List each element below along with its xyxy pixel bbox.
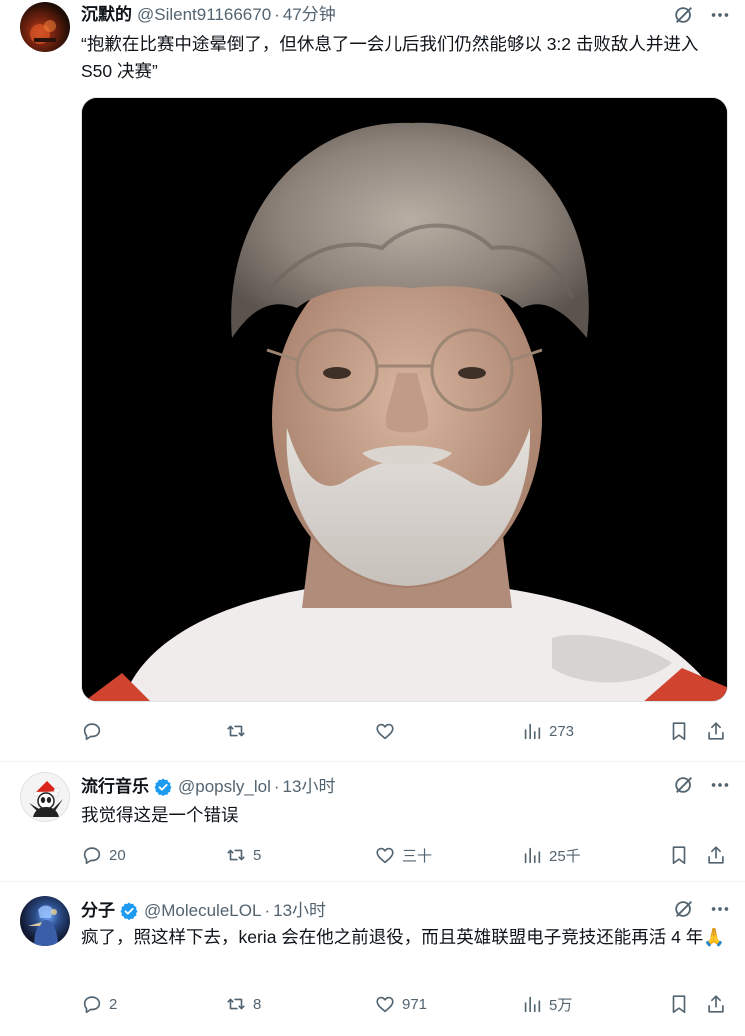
like-icon [376,996,394,1013]
views-button[interactable]: 25千 [521,840,581,870]
separator-dot: · [273,777,280,796]
display-name[interactable]: 流行音乐 [81,775,149,799]
user-handle[interactable]: @popsly_lol [178,775,271,799]
bookmark-icon [672,995,686,1014]
tweet-image[interactable] [81,97,728,702]
bookmark-button[interactable] [668,840,690,870]
views-icon [524,723,541,740]
like-count: 971 [402,995,428,1013]
more-icon[interactable] [709,4,731,26]
reply-icon [83,996,101,1014]
tweet[interactable]: 流行音乐 @popsly_lol · 13小时 我觉得这是一个错误 20 5 三… [0,762,745,882]
like-button[interactable]: 三十 [374,840,432,870]
share-button[interactable] [705,989,727,1019]
more-icon[interactable] [709,898,731,920]
retweet-button[interactable] [225,716,253,746]
retweet-icon [227,849,245,861]
avatar[interactable] [20,896,70,946]
user-handle[interactable]: @MoleculeLOL [144,899,261,923]
verified-badge-icon [120,902,138,921]
reply-count: 2 [109,995,118,1013]
tweet-header: 流行音乐 @popsly_lol · 13小时 [81,775,655,799]
bookmark-button[interactable] [668,989,690,1019]
avatar[interactable] [20,772,70,822]
tweet[interactable]: 沉默的 @Silent91166670 · 47分钟 “抱歉在比赛中途晕倒了，但… [0,0,745,762]
tweet[interactable]: 分子 @MoleculeLOL · 13小时 疯了，照这样下去，keria 会在… [0,882,745,1036]
tweet-text: 我觉得这是一个错误 [81,805,239,825]
retweet-button[interactable]: 8 [225,989,261,1019]
separator-dot: · [264,901,271,920]
timestamp[interactable]: 13小时 [273,899,326,923]
views-button[interactable]: 5万 [521,989,572,1019]
action-bar: 2 8 971 5万 [81,989,728,1019]
timestamp[interactable]: 47分钟 [283,3,336,27]
like-icon [376,723,394,740]
grok-icon[interactable] [673,898,695,920]
reply-button[interactable] [81,716,109,746]
like-icon [376,847,394,864]
tweet-text: 疯了，照这样下去，keria 会在他之前退役，而且英雄联盟电子竞技还能再活 4 … [81,927,726,947]
share-button[interactable] [705,840,727,870]
views-count: 273 [549,722,575,740]
like-count: 三十 [402,847,433,865]
share-icon [708,846,724,864]
views-icon [524,847,541,864]
reply-icon [83,723,101,741]
views-count: 5万 [549,996,573,1014]
reply-count: 20 [109,846,126,864]
tweet-text: “抱歉在比赛中途晕倒了，但休息了一会儿后我们仍然能够以 3:2 击败敌人并进入 … [81,34,699,81]
views-count: 25千 [549,847,581,865]
display-name[interactable]: 分子 [81,899,115,923]
retweet-count: 5 [253,846,262,864]
grok-icon[interactable] [673,4,695,26]
user-handle[interactable]: @Silent91166670 [137,3,271,27]
verified-badge-icon [154,778,172,797]
bookmark-icon [672,722,686,741]
tweet-header: 分子 @MoleculeLOL · 13小时 [81,899,655,923]
views-button[interactable]: 273 [521,716,574,746]
action-bar: 20 5 三十 25千 [81,840,728,870]
retweet-count: 8 [253,995,262,1013]
tweet-header: 沉默的 @Silent91166670 · 47分钟 [81,3,655,27]
more-icon[interactable] [709,774,731,796]
reply-button[interactable]: 2 [81,989,117,1019]
avatar[interactable] [20,2,70,52]
reply-icon [83,847,101,865]
action-bar: 273 [81,716,728,746]
bookmark-button[interactable] [668,716,690,746]
display-name[interactable]: 沉默的 [81,3,132,27]
like-button[interactable]: 971 [374,989,427,1019]
share-button[interactable] [705,716,727,746]
like-button[interactable] [374,716,402,746]
timestamp[interactable]: 13小时 [283,775,336,799]
share-icon [708,722,724,740]
retweet-button[interactable]: 5 [225,840,261,870]
bookmark-icon [672,846,686,865]
separator-dot: · [274,5,280,24]
share-icon [708,995,724,1013]
retweet-icon [227,998,245,1010]
reply-button[interactable]: 20 [81,840,126,870]
retweet-icon [227,725,245,737]
grok-icon[interactable] [673,774,695,796]
portrait-image [82,98,727,701]
views-icon [524,996,541,1013]
